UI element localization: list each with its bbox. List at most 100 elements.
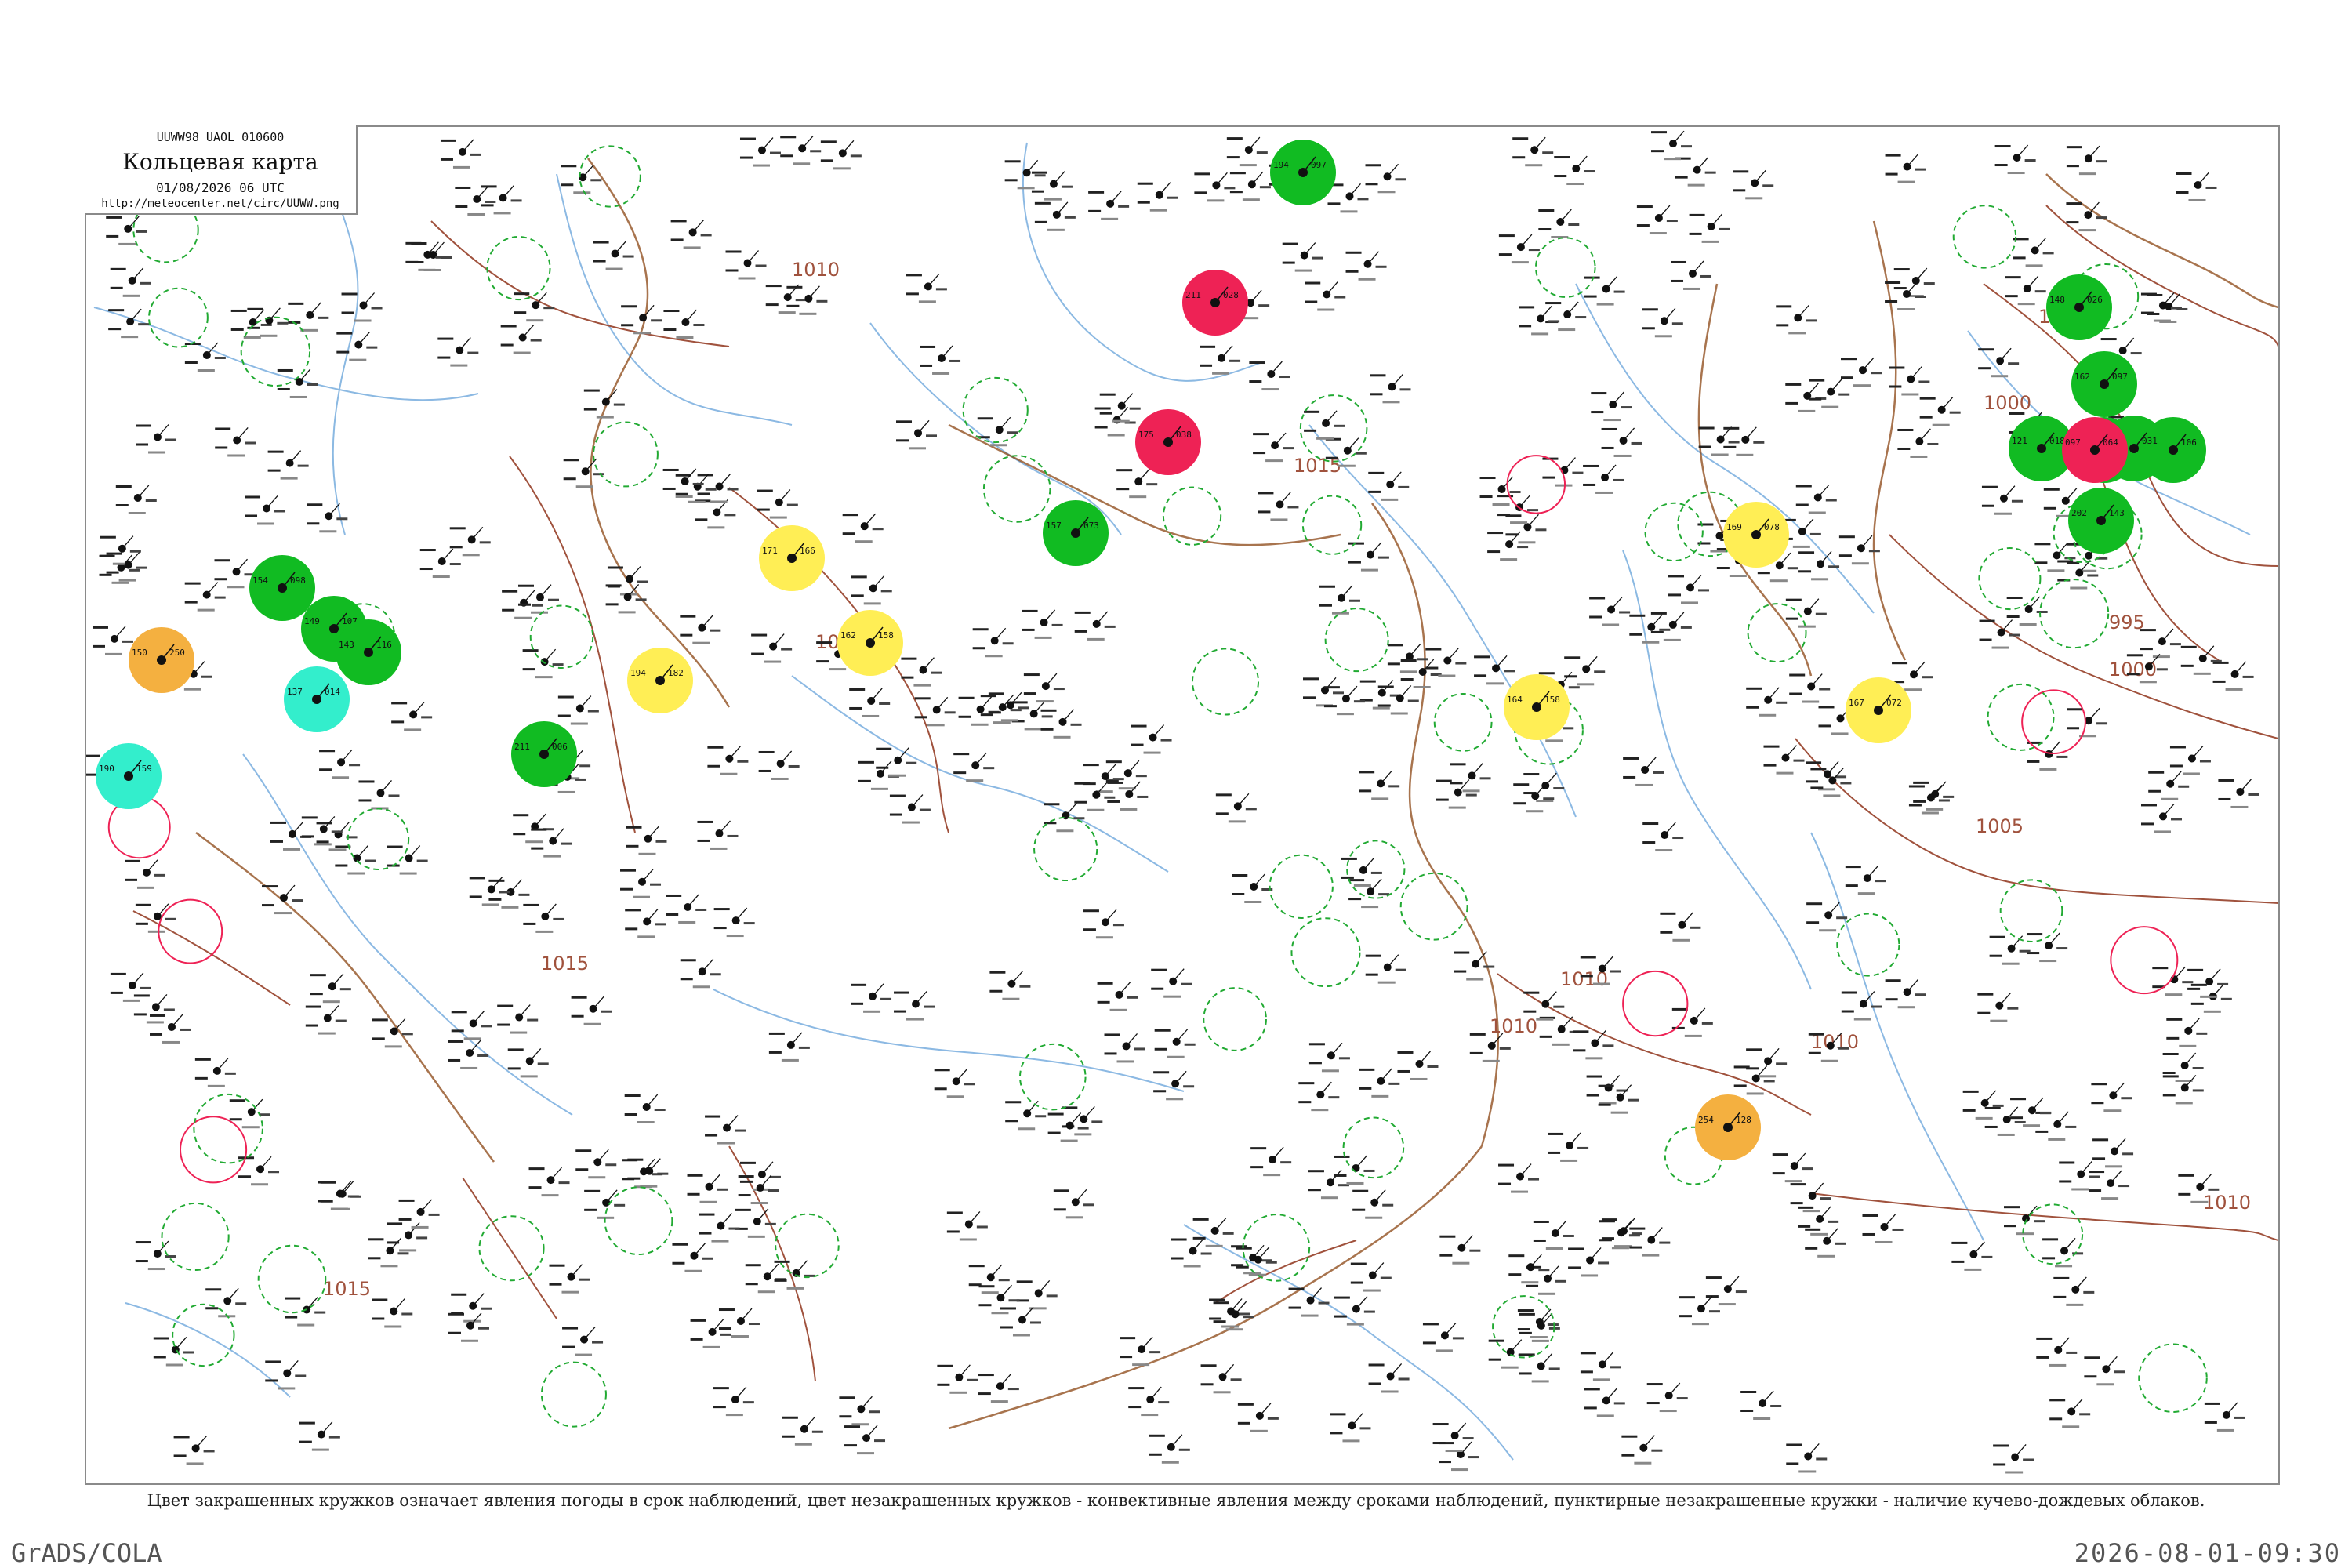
station-plot: [1671, 260, 1712, 290]
station-pressure: 097: [2112, 372, 2128, 382]
station-plot: [571, 996, 612, 1025]
station-plot: [106, 216, 147, 245]
weather-station[interactable]: 150 250: [129, 627, 194, 693]
station-plot: [627, 1158, 669, 1188]
station-plot: [1348, 542, 1389, 572]
weather-station[interactable]: 157 073: [1043, 500, 1109, 566]
weather-station[interactable]: 154 098: [249, 555, 315, 621]
convective-ring: [1290, 917, 1361, 988]
station-plot: [625, 908, 666, 938]
convective-ring: [1018, 1043, 1087, 1111]
weather-station[interactable]: 097 064: [2062, 417, 2128, 483]
station-plot: [1023, 673, 1065, 703]
weather-station[interactable]: 169 078: [1723, 502, 1789, 568]
station-plot: [184, 582, 226, 612]
station-plot: [1439, 1235, 1481, 1265]
station-plot: [307, 503, 348, 533]
station-plot: [901, 657, 942, 687]
station-plot: [1128, 1386, 1170, 1417]
station-plot: [1194, 172, 1236, 202]
borders: [195, 158, 2278, 1430]
station-plot: [1951, 1241, 1993, 1271]
isobars: [132, 205, 2278, 1382]
station-pressure: 106: [2181, 437, 2197, 448]
station-plot: [1994, 144, 2036, 175]
station-plot: [1591, 391, 1632, 422]
station-plot: [1979, 619, 2020, 649]
station-plot: [1226, 136, 1268, 167]
station-plot: [448, 1040, 489, 1069]
station-plot: [229, 1098, 270, 1129]
station-plot: [1962, 1090, 2004, 1120]
station-pressure: 182: [668, 668, 684, 678]
station-plot: [620, 869, 662, 898]
station-plot: [672, 1243, 713, 1272]
station-plot: [1646, 1382, 1688, 1413]
weather-station[interactable]: 211 028: [1182, 270, 1248, 336]
station-pressure: 158: [1544, 695, 1560, 705]
station-plot: [896, 419, 938, 450]
station-plot: [735, 1208, 776, 1238]
station-plot: [1705, 1276, 1747, 1306]
station-pressure: 078: [1764, 522, 1780, 532]
station-plot: [1621, 1435, 1663, 1465]
weather-station[interactable]: 175 038: [1135, 409, 1201, 475]
station-plot: [1400, 659, 1442, 688]
map-frame: 1005 1000 995 1000 1005 1010 1015 1010 1…: [85, 125, 2280, 1485]
station-plot: [1642, 822, 1684, 852]
station-plot: [2042, 1237, 2084, 1268]
legend-caption: Цвет закрашенных кружков означает явлени…: [147, 1491, 2205, 1510]
weather-station[interactable]: 137 014: [284, 666, 350, 732]
station-plot: [1345, 251, 1387, 281]
weather-station[interactable]: 211 006: [511, 721, 577, 787]
station-plot: [1116, 468, 1158, 499]
weather-station[interactable]: 164 158: [1504, 674, 1570, 740]
synoptic-map[interactable]: 1005 1000 995 1000 1005 1010 1015 1010 1…: [86, 127, 2278, 1483]
station-pressure: 159: [136, 764, 152, 774]
map-title: Кольцевая карта: [122, 149, 318, 175]
weather-station[interactable]: 162 158: [837, 610, 903, 676]
convective-ring: [1301, 495, 1363, 555]
isobar-label: 1010: [2203, 1192, 2251, 1214]
station-plot: [1498, 234, 1540, 264]
weather-station[interactable]: 194 182: [627, 648, 693, 713]
station-plot: [697, 820, 739, 850]
station-plot: [1397, 1051, 1439, 1080]
station-plot: [1053, 1189, 1094, 1219]
weather-station[interactable]: 143 116: [336, 619, 401, 685]
weather-station[interactable]: 190 159: [96, 743, 162, 809]
weather-station[interactable]: 171 166: [759, 525, 825, 591]
station-plot: [1786, 1443, 1828, 1473]
rivers: [93, 142, 2251, 1461]
map-url: http://meteocenter.net/circ/UUWW.png: [101, 198, 339, 210]
station-plot: [1327, 183, 1369, 213]
station-plot: [1642, 307, 1683, 338]
station-plot: [1671, 1007, 1713, 1037]
weather-station[interactable]: 167 072: [1846, 677, 1911, 743]
station-plot: [2049, 1398, 2091, 1428]
station-plot: [1323, 685, 1365, 716]
weather-station[interactable]: 254 128: [1695, 1094, 1761, 1160]
station-plot: [1679, 1295, 1720, 1326]
station-plot: [768, 1032, 810, 1062]
station-plot: [1308, 1042, 1350, 1073]
station-temperature: 190: [99, 764, 114, 774]
station-plot: [500, 325, 542, 354]
station-plot: [451, 1293, 492, 1323]
station-plot: [92, 626, 133, 655]
weather-station[interactable]: 194 097: [1270, 140, 1336, 205]
convective-ring: [193, 1093, 263, 1164]
station-plot: [1689, 213, 1730, 243]
station-plot: [2187, 968, 2229, 998]
station-plot: [1981, 485, 2023, 515]
weather-station[interactable]: 202 143: [2068, 488, 2134, 554]
station-plot: [136, 424, 177, 454]
weather-station[interactable]: 162 097: [2071, 351, 2137, 417]
station-plot: [2204, 1402, 2245, 1432]
station-plot: [1919, 397, 1961, 426]
station-plot: [305, 1005, 347, 1035]
station-plot: [705, 1115, 746, 1145]
convective-ring: [240, 316, 311, 387]
weather-station[interactable]: 148 026: [2046, 274, 2112, 340]
station-plot: [1809, 379, 1850, 408]
